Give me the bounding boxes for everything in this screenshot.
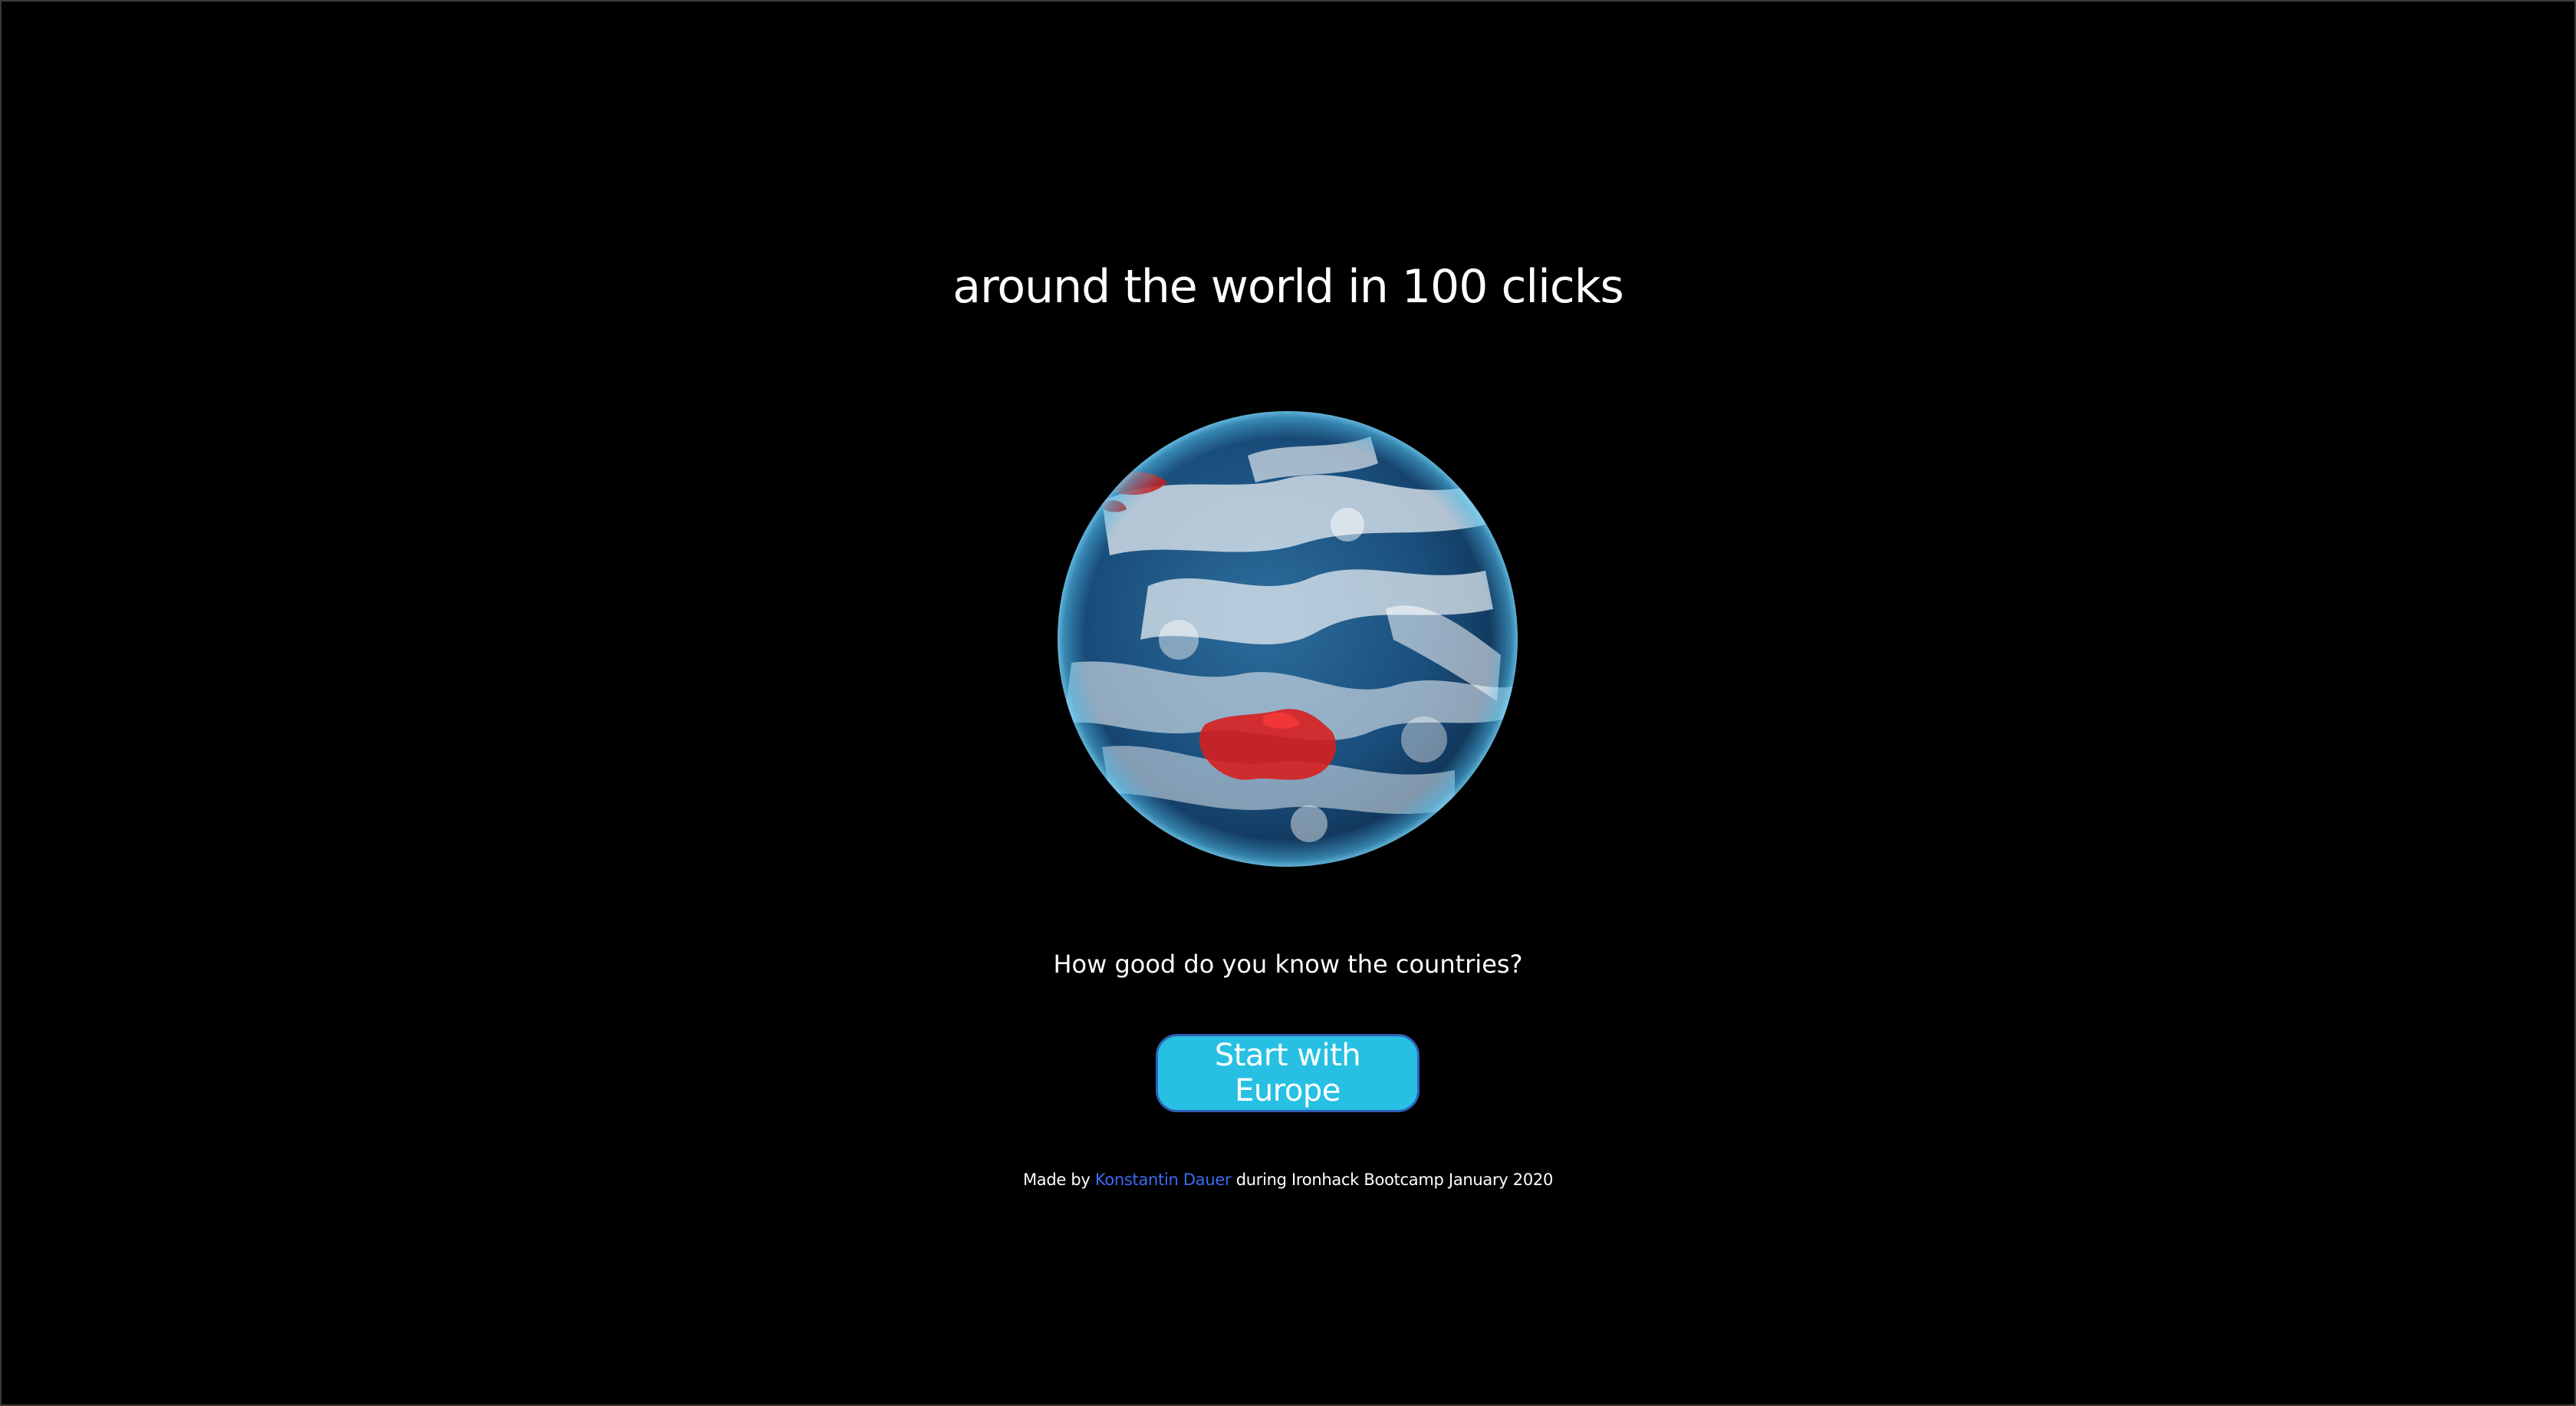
credits-suffix: during Ironhack Bootcamp January 2020 <box>1235 1171 1554 1189</box>
credits-line: Made by Konstantin Dauer during Ironhack… <box>0 1166 2576 1194</box>
earth-globe-image <box>1056 410 1519 868</box>
start-with-europe-button[interactable]: Start with Europe <box>1156 1034 1420 1112</box>
author-link[interactable]: Konstantin Dauer <box>1095 1171 1232 1189</box>
credits-prefix: Made by <box>1022 1171 1091 1189</box>
intro-question: How good do you know the countries? <box>1053 950 1523 979</box>
page-title: around the world in 100 clicks <box>952 260 1624 314</box>
